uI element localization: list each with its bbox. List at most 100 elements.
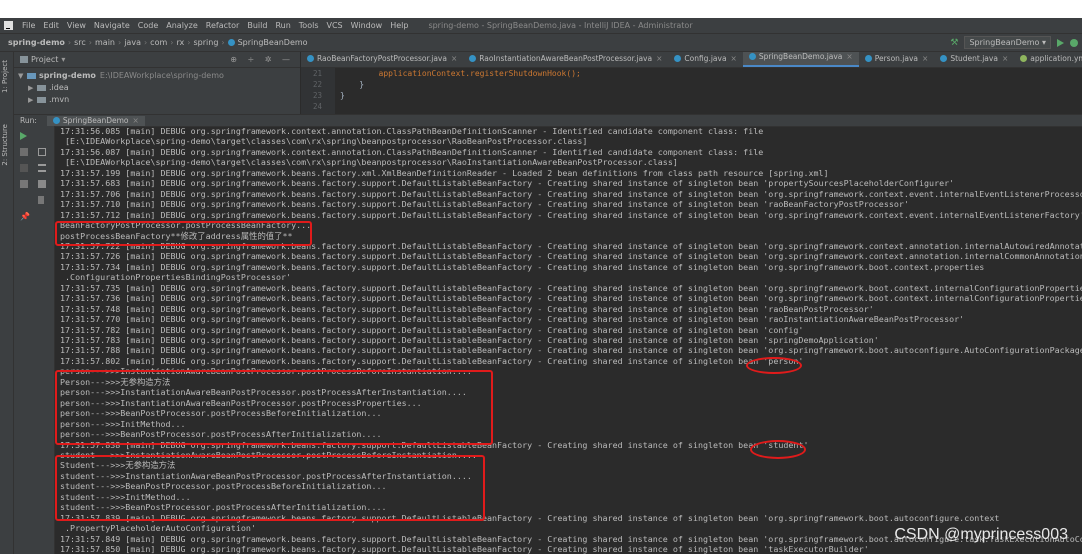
console-line: 17:31:56.085 [main] DEBUG org.springfram… <box>60 126 764 136</box>
code-editor[interactable]: applicationContext.registerShutdownHook(… <box>336 68 1082 114</box>
run-icon[interactable] <box>1057 38 1064 47</box>
editor-tab-label: SpringBeanDemo.java <box>758 52 843 61</box>
menu-item-help[interactable]: Help <box>386 21 412 30</box>
close-icon[interactable]: × <box>451 54 457 63</box>
breadcrumb-label: main <box>95 38 115 47</box>
tree-item-mvn[interactable]: ▶ .mvn <box>28 94 69 105</box>
console-line: 17:31:57.735 [main] DEBUG org.springfram… <box>60 282 1082 293</box>
menu-item-window[interactable]: Window <box>347 21 387 30</box>
project-view-icon <box>20 56 28 63</box>
soft-wrap-icon[interactable] <box>38 148 46 156</box>
editor-tab[interactable]: Student.java × <box>934 52 1014 67</box>
side-tab-project[interactable]: 1: Project <box>1 60 9 93</box>
code-line: applicationContext.registerShutdownHook(… <box>340 69 581 78</box>
breadcrumb-item[interactable]: com <box>147 38 170 47</box>
debug-icon[interactable] <box>1070 38 1078 47</box>
close-icon[interactable]: × <box>1002 54 1008 63</box>
breadcrumb-item[interactable]: SpringBeanDemo <box>225 38 311 47</box>
console-line: 17:31:57.712 [main] DEBUG org.springfram… <box>60 209 1082 220</box>
project-panel-title[interactable]: Project <box>31 55 58 64</box>
expand-arrow-icon[interactable]: ▼ <box>18 72 27 80</box>
breadcrumb-label: rx <box>176 38 185 47</box>
tree-item-idea[interactable]: ▶ .idea <box>28 82 69 93</box>
close-icon[interactable]: × <box>133 116 139 125</box>
console-line: 17:31:57.850 [main] DEBUG org.springfram… <box>60 544 869 554</box>
run-tab[interactable]: SpringBeanDemo × <box>46 115 145 126</box>
editor-tab[interactable]: RaoBeanFactoryPostProcessor.java × <box>301 52 463 67</box>
folder-icon <box>37 96 46 103</box>
tree-item-root[interactable]: ▼ spring-demo E:\IDEAWorkplace\spring-de… <box>18 70 224 81</box>
editor-tab[interactable]: SpringBeanDemo.java × <box>742 52 859 67</box>
menu-item-edit[interactable]: Edit <box>39 21 63 30</box>
module-folder-icon <box>27 72 36 79</box>
menu-item-view[interactable]: View <box>63 21 90 30</box>
menu-item-tools[interactable]: Tools <box>295 21 323 30</box>
stop-icon[interactable] <box>20 148 28 156</box>
breadcrumb-label: src <box>74 38 86 47</box>
build-hammer-icon[interactable]: ⚒ <box>950 38 958 48</box>
editor-tabs: RaoBeanFactoryPostProcessor.java × RaoInst… <box>301 52 1082 68</box>
rerun-icon[interactable] <box>20 132 27 140</box>
tree-item-label: .mvn <box>49 95 70 104</box>
menu-item-build[interactable]: Build <box>243 21 271 30</box>
side-tab-structure[interactable]: 2: Structure <box>1 124 9 166</box>
editor-tab-label: Student.java <box>950 53 998 63</box>
line-number: 21 <box>313 69 323 78</box>
breadcrumb-item[interactable]: main <box>92 38 118 47</box>
close-icon[interactable]: × <box>922 54 928 63</box>
console-line: [E:\IDEAWorkplace\spring-demo\target\cla… <box>60 136 588 147</box>
project-panel-actions[interactable]: ⊕ ÷ ✲ — <box>230 55 294 64</box>
console-line: 17:31:57.802 [main] DEBUG org.springfram… <box>60 355 804 366</box>
breadcrumb-item[interactable]: src <box>71 38 89 47</box>
menu-item-file[interactable]: File <box>18 21 39 30</box>
file-type-icon <box>469 54 477 62</box>
editor-tab[interactable]: Person.java × <box>859 52 935 67</box>
trash-icon[interactable] <box>38 196 44 204</box>
console-line: 17:31:57.748 [main] DEBUG org.springfram… <box>60 303 874 314</box>
project-panel-header: Project ▾ ⊕ ÷ ✲ — <box>14 52 300 68</box>
chevron-down-icon[interactable]: ▾ <box>61 55 65 64</box>
annotation-ellipse-person <box>746 357 802 374</box>
left-tool-strip: 1: Project 2: Structure <box>0 52 14 554</box>
print-icon[interactable] <box>38 180 46 188</box>
editor-tab[interactable]: application.yml× <box>1014 52 1082 67</box>
pin-icon[interactable]: 📌 <box>20 212 30 221</box>
breadcrumb-item[interactable]: spring <box>190 38 221 47</box>
close-icon[interactable]: × <box>656 54 662 63</box>
run-config-select[interactable]: SpringBeanDemo ▾ <box>964 36 1051 49</box>
console-line: 17:31:57.706 [main] DEBUG org.springfram… <box>60 188 1082 199</box>
window-title: spring-demo - SpringBeanDemo.java - Inte… <box>428 21 693 30</box>
scroll-to-end-icon[interactable] <box>38 164 46 172</box>
menu-item-vcs[interactable]: VCS <box>323 21 347 30</box>
editor-tab[interactable]: Config.java × <box>668 52 742 67</box>
menu-item-run[interactable]: Run <box>271 21 294 30</box>
console-line: 17:31:57.788 [main] DEBUG org.springfram… <box>60 345 1082 356</box>
breadcrumb-item[interactable]: spring-demo <box>0 38 68 47</box>
console-line: 17:31:57.683 [main] DEBUG org.springfram… <box>60 178 955 189</box>
console-line: [E:\IDEAWorkplace\spring-demo\target\cla… <box>60 157 678 168</box>
run-tab-label: SpringBeanDemo <box>62 116 129 125</box>
editor-tab[interactable]: RaoInstantiationAwareBeanPostProcessor.j… <box>463 52 668 67</box>
breadcrumb-item[interactable]: rx <box>173 38 187 47</box>
file-type-icon <box>674 54 682 62</box>
menu-item-code[interactable]: Code <box>134 21 162 30</box>
line-number: 24 <box>313 102 323 111</box>
menu-item-refactor[interactable]: Refactor <box>202 21 244 30</box>
line-number: 22 <box>313 80 323 89</box>
close-icon[interactable]: × <box>731 54 737 63</box>
menu-item-analyze[interactable]: Analyze <box>162 21 202 30</box>
menu-item-navigate[interactable]: Navigate <box>90 21 134 30</box>
watermark: CSDN @myprincess003 <box>894 526 1068 543</box>
breadcrumb: spring-demo › src › main › java › com › rx › spring ›… <box>0 38 311 47</box>
camera-icon[interactable] <box>20 164 28 172</box>
annotation-box-beanfactory <box>55 221 312 246</box>
file-type-icon <box>1020 54 1028 62</box>
collapse-arrow-icon[interactable]: ▶ <box>28 84 37 92</box>
navigation-bar: spring-demo › src › main › java › com › rx › spring ›… <box>0 34 1082 52</box>
intellij-logo-icon <box>4 21 13 30</box>
close-icon[interactable]: × <box>846 52 852 61</box>
collapse-arrow-icon[interactable]: ▶ <box>28 96 37 104</box>
settings-icon[interactable] <box>20 180 28 188</box>
breadcrumb-item[interactable]: java <box>121 38 144 47</box>
console-line: 17:31:57.770 [main] DEBUG org.springfram… <box>60 314 965 325</box>
